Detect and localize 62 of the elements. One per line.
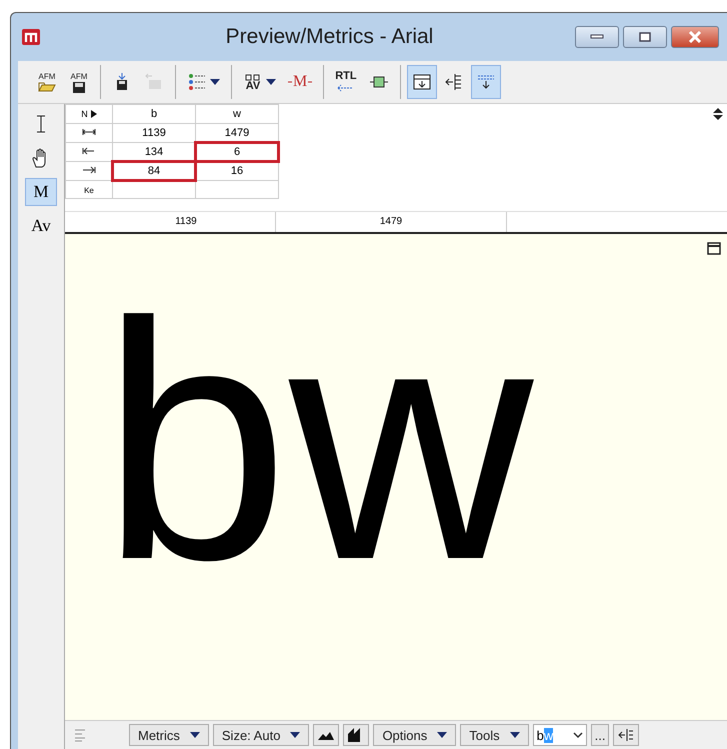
toolbar-button[interactable]: AFM — [32, 65, 62, 99]
arrow-into-lines-icon — [617, 726, 636, 744]
icon-label: RTL — [335, 70, 357, 82]
table-cell[interactable]: 16 — [196, 162, 278, 180]
window-title: Preview/Metrics - Arial — [224, 25, 434, 49]
more-button[interactable]: ... — [590, 724, 610, 746]
advance-label: 1139 — [97, 212, 276, 232]
table-cell[interactable]: 84 — [113, 162, 195, 180]
metric-icon — [82, 146, 96, 156]
export-icon — [144, 72, 164, 92]
dropdown-button[interactable]: Options — [373, 724, 456, 746]
icon-button[interactable] — [313, 724, 340, 746]
panel-down-icon — [412, 72, 432, 92]
dropdown-button[interactable]: Metrics — [129, 724, 209, 746]
maximize-icon — [639, 32, 651, 42]
metric-icon — [82, 126, 96, 136]
icon-button[interactable] — [343, 724, 370, 746]
table-cell[interactable]: 134 — [113, 143, 195, 161]
icon-label: M — [293, 73, 308, 91]
column-header: N — [81, 109, 88, 119]
toolbar-button[interactable]: RTL — [330, 65, 362, 99]
glyph-preview-text: bw — [101, 272, 534, 610]
dash-icon — [288, 81, 292, 83]
icon-label: AFM — [38, 72, 56, 80]
grip-icon[interactable] — [75, 728, 85, 742]
text-combo-field[interactable]: bw — [532, 724, 587, 746]
caret-icon — [290, 732, 300, 738]
caret-icon — [190, 732, 200, 738]
triangle-icon[interactable] — [90, 110, 97, 118]
close-icon — [688, 31, 702, 43]
advance-label: 1479 — [276, 212, 507, 232]
minimize-button[interactable] — [575, 26, 619, 48]
toolbar-button[interactable]: AV — [238, 65, 281, 99]
arrow-into-lines-icon — [444, 72, 464, 92]
spin-icon[interactable] — [713, 108, 723, 120]
toolbar-button[interactable] — [406, 65, 437, 99]
caret-icon — [437, 732, 448, 738]
maximize-button[interactable] — [623, 26, 667, 48]
dash-icon — [308, 81, 312, 83]
icon-button[interactable] — [613, 724, 640, 746]
dropdown-button[interactable]: Tools — [460, 724, 529, 746]
metric-icon — [82, 164, 96, 174]
icon-label: AFM — [70, 72, 88, 80]
table-cell[interactable]: 6 — [196, 143, 278, 161]
list-icon — [187, 72, 207, 92]
icon-label: AV — [246, 80, 260, 92]
close-button[interactable] — [671, 26, 719, 48]
toolbar-button[interactable]: AFM — [64, 65, 94, 99]
panel-icon[interactable] — [707, 242, 721, 255]
open-folder-icon — [37, 80, 57, 92]
toolbar-button[interactable]: M — [283, 65, 318, 99]
chevron-icon — [572, 732, 583, 738]
table-cell[interactable]: 1479 — [196, 124, 278, 142]
tool-button[interactable]: M — [25, 178, 57, 206]
tool-button[interactable]: Av — [25, 212, 57, 240]
caret-icon — [510, 732, 520, 738]
column-header: w — [232, 107, 242, 122]
row-label: Ke — [84, 186, 94, 194]
minimize-icon — [590, 34, 604, 40]
dropdown-button[interactable]: Size: Auto — [212, 724, 310, 746]
table-cell[interactable]: 1139 — [113, 124, 195, 142]
column-header: b — [150, 107, 158, 122]
